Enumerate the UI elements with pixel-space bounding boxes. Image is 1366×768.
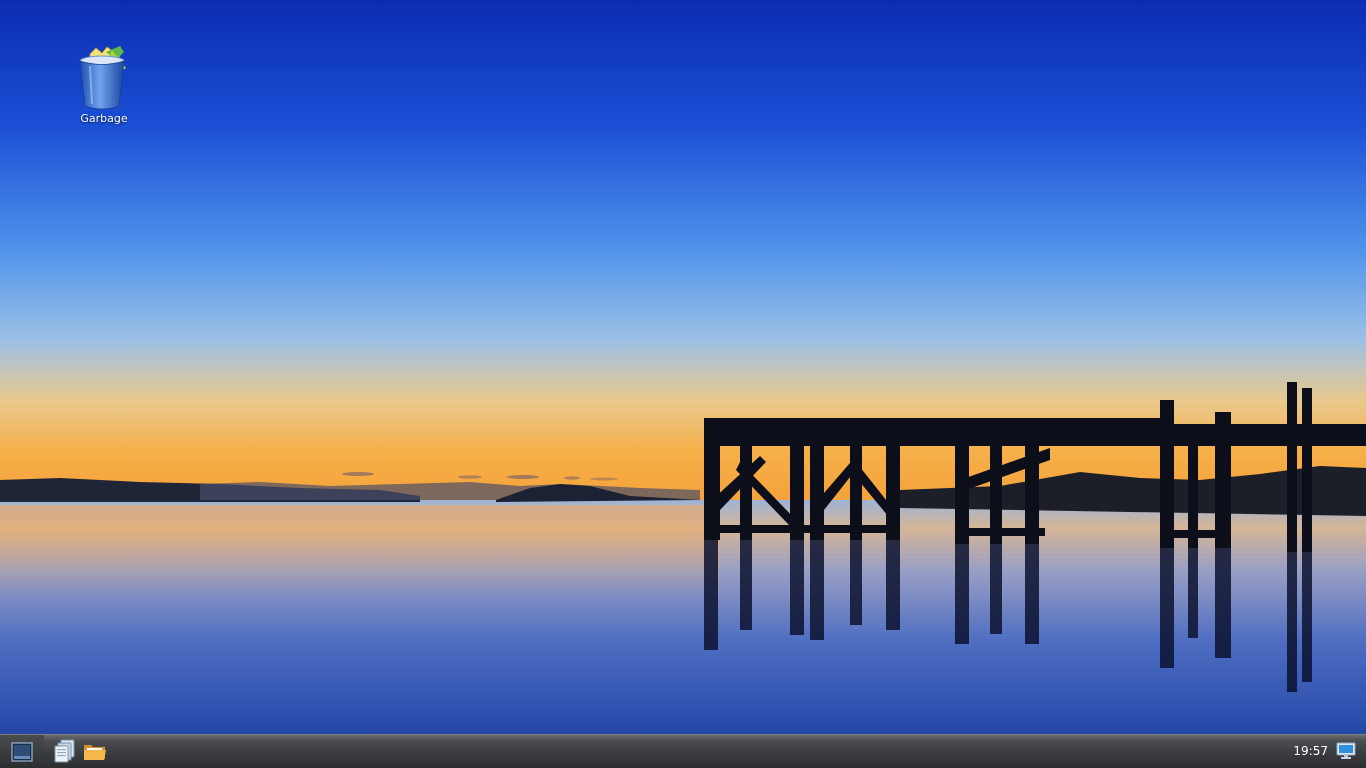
launcher-folder[interactable] xyxy=(82,738,108,764)
desktop-icon-garbage[interactable]: Garbage xyxy=(66,44,142,125)
start-button[interactable] xyxy=(0,735,44,768)
desktop[interactable]: Garbage 19:57 xyxy=(0,0,1366,768)
monitor-icon xyxy=(1336,742,1356,759)
taskbar: 19:57 xyxy=(0,734,1366,768)
wallpaper xyxy=(0,0,1366,734)
start-menu-icon xyxy=(11,741,33,762)
file-manager-icon xyxy=(54,739,75,763)
show-desktop-button[interactable] xyxy=(1334,740,1358,762)
folder-icon xyxy=(84,745,106,760)
desktop-icon-label: Garbage xyxy=(80,112,128,125)
trash-bin-icon xyxy=(79,46,126,110)
clock[interactable]: 19:57 xyxy=(1293,735,1328,768)
launcher-file-manager[interactable] xyxy=(52,738,78,764)
